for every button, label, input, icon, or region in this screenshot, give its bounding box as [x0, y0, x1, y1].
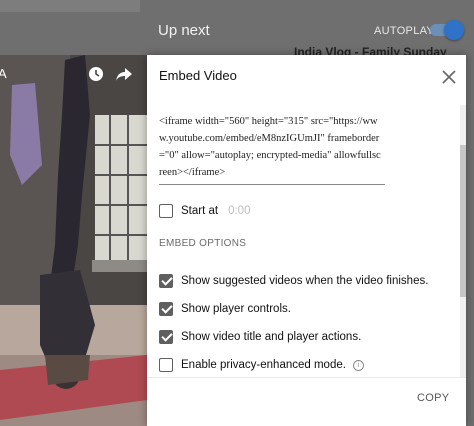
- autoplay-toggle-knob[interactable]: [444, 20, 464, 40]
- option-privacy-mode[interactable]: Enable privacy-enhanced mode. i: [159, 357, 364, 373]
- embed-options-label: EMBED OPTIONS: [159, 238, 247, 249]
- autoplay-label: AUTOPLAY: [374, 25, 435, 37]
- start-at-label: Start at: [181, 205, 219, 217]
- start-at-time[interactable]: 0:00: [228, 205, 250, 217]
- option-checkbox[interactable]: [159, 358, 173, 372]
- close-icon[interactable]: [437, 65, 461, 89]
- embed-code-underline: [159, 184, 385, 185]
- option-title-actions[interactable]: Show video title and player actions.: [159, 329, 361, 345]
- video-title-fragment: A: [0, 66, 7, 81]
- top-bar-strip: [0, 0, 140, 12]
- video-player[interactable]: A: [0, 55, 147, 426]
- embed-code-textarea[interactable]: <iframe width="560" height="315" src="ht…: [159, 113, 383, 181]
- option-label: Show player controls.: [181, 303, 291, 315]
- embed-video-dialog: Embed Video <iframe width="560" height="…: [147, 55, 466, 426]
- info-icon[interactable]: i: [352, 359, 364, 371]
- option-label: Enable privacy-enhanced mode.: [181, 359, 346, 371]
- page-edge: [466, 55, 474, 426]
- option-label: Show video title and player actions.: [181, 331, 362, 343]
- up-next-label: Up next: [158, 22, 210, 39]
- dialog-title: Embed Video: [159, 68, 237, 83]
- option-suggested-videos[interactable]: Show suggested videos when the video fin…: [159, 273, 428, 289]
- start-at-row[interactable]: Start at 0:00: [159, 203, 250, 219]
- option-checkbox[interactable]: [159, 302, 173, 316]
- option-label: Show suggested videos when the video fin…: [181, 275, 429, 287]
- option-checkbox[interactable]: [159, 274, 173, 288]
- option-player-controls[interactable]: Show player controls.: [159, 301, 291, 317]
- option-checkbox[interactable]: [159, 330, 173, 344]
- video-frame-image: [0, 55, 147, 426]
- scrollbar-thumb[interactable]: [460, 145, 466, 297]
- start-at-checkbox[interactable]: [159, 204, 173, 218]
- footer-divider: [147, 377, 466, 378]
- dialog-content: <iframe width="560" height="315" src="ht…: [147, 105, 460, 377]
- copy-button[interactable]: COPY: [417, 392, 449, 404]
